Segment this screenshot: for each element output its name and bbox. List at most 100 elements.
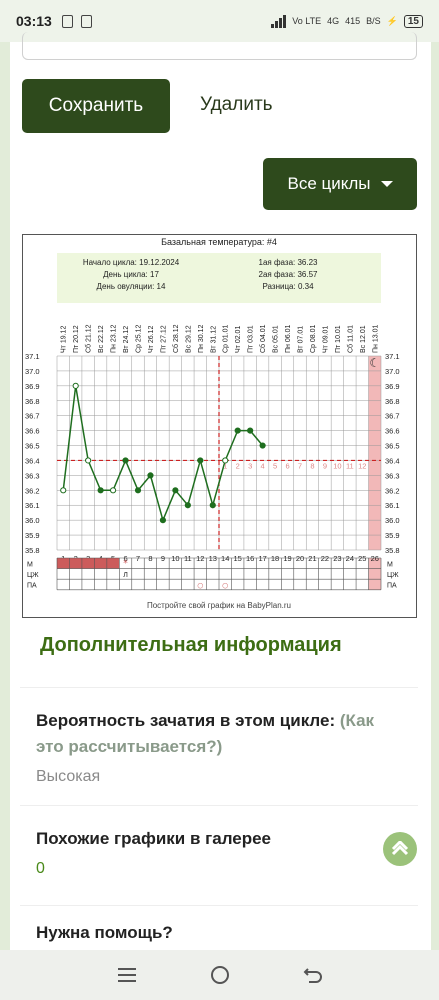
day-number: 14 xyxy=(221,554,229,563)
temperature-point xyxy=(85,457,92,464)
post-ovulation-day: 3 xyxy=(248,461,252,470)
temperature-point xyxy=(184,502,191,509)
similar-value[interactable]: 0 xyxy=(36,860,402,878)
network-label: Vo LTE xyxy=(292,16,322,26)
speed: 415 xyxy=(345,16,361,26)
day-number: 22 xyxy=(321,554,329,563)
date-label: Ср 01.01 xyxy=(223,324,230,353)
signal-icon xyxy=(271,14,287,28)
back-button[interactable] xyxy=(301,963,325,987)
y-tick-left: 36.9 xyxy=(25,382,40,391)
save-button[interactable]: Сохранить xyxy=(22,79,170,133)
row-label-right: ПА xyxy=(387,583,397,590)
y-tick-left: 36.3 xyxy=(25,471,40,480)
menu-icon xyxy=(117,968,136,982)
date-label: Пт 03.01 xyxy=(248,325,255,353)
summary-difference: Разница: 0.34 xyxy=(262,282,314,291)
help-label[interactable]: Нужна помощь? xyxy=(36,920,402,946)
all-cycles-dropdown[interactable]: Все циклы xyxy=(263,158,417,210)
battery-level: 15 xyxy=(403,14,423,28)
conception-value: Высокая xyxy=(36,768,101,785)
post-ovulation-day: 6 xyxy=(285,461,289,470)
temperature-point xyxy=(60,487,67,494)
row-label-left: М xyxy=(27,562,33,569)
summary-cycle-day: День цикла: 17 xyxy=(103,270,159,279)
date-label: Вт 31.12 xyxy=(210,326,217,353)
temperature-point xyxy=(209,502,216,509)
recent-apps-button[interactable] xyxy=(115,963,139,987)
date-label: Пн 13.01 xyxy=(372,325,379,353)
y-tick-right: 36.2 xyxy=(385,486,400,495)
day-number: 19 xyxy=(283,554,291,563)
temperature-point xyxy=(259,442,266,449)
post-ovulation-day: 7 xyxy=(298,461,302,470)
y-tick-left: 36.6 xyxy=(25,427,40,436)
star-mark: * xyxy=(123,559,128,569)
home-button[interactable] xyxy=(208,963,232,987)
date-label: Чт 26.12 xyxy=(148,326,155,353)
y-tick-right: 36.4 xyxy=(385,456,400,465)
temperature-line xyxy=(62,385,264,523)
date-label: Чт 02.01 xyxy=(235,326,242,353)
summary-cycle-start: Начало цикла: 19.12.2024 xyxy=(83,258,180,267)
temperature-point xyxy=(134,487,142,494)
temperature-point xyxy=(97,487,104,494)
menstruation-bar xyxy=(57,558,120,569)
temperature-point xyxy=(72,382,79,389)
chevron-up-icon xyxy=(391,841,409,856)
y-tick-left: 36.0 xyxy=(25,516,40,525)
row-label-right: ЦЖ xyxy=(387,572,399,579)
day-number: 8 xyxy=(148,554,152,563)
date-label: Пт 10.01 xyxy=(335,325,342,353)
y-tick-right: 36.0 xyxy=(385,516,400,525)
post-ovulation-day: 9 xyxy=(323,461,327,470)
date-label: Ср 08.01 xyxy=(310,324,317,353)
date-label: Вс 05.01 xyxy=(273,325,280,353)
temperature-point xyxy=(172,487,179,494)
temperature-point xyxy=(109,487,117,494)
delete-button[interactable]: Удалить xyxy=(200,94,273,116)
back-icon xyxy=(303,968,322,983)
date-label: Чт 09.01 xyxy=(322,326,329,353)
y-tick-left: 36.8 xyxy=(25,397,40,406)
scroll-top-button[interactable] xyxy=(383,832,417,866)
date-label: Вс 29.12 xyxy=(185,325,192,353)
temperature-point xyxy=(234,427,241,434)
summary-phase2: 2ая фаза: 36.57 xyxy=(259,270,319,279)
date-label: Ср 25.12 xyxy=(136,324,143,353)
day-number: 9 xyxy=(161,554,165,563)
network-type: 4G xyxy=(327,16,340,26)
day-number: 21 xyxy=(308,554,316,563)
day-number: 15 xyxy=(234,554,242,563)
temperature-point xyxy=(197,457,204,464)
post-ovulation-day: 10 xyxy=(333,461,341,470)
day-number: 7 xyxy=(136,554,140,563)
system-nav-bar xyxy=(0,950,439,1000)
temperature-point xyxy=(222,457,229,464)
chart-footer: Постройте свой график на BabyPlan.ru xyxy=(147,601,291,610)
bbt-chart: Базальная температура: #4 Начало цикла: 1… xyxy=(22,234,417,618)
post-ovulation-day: 11 xyxy=(346,461,354,470)
day-number: 13 xyxy=(209,554,217,563)
pa-mark: ○ xyxy=(222,582,228,590)
day-number: 25 xyxy=(358,554,366,563)
day-number: 17 xyxy=(258,554,266,563)
y-tick-right: 35.8 xyxy=(385,546,400,555)
notes-input[interactable] xyxy=(22,32,417,60)
conception-section: Вероятность зачатия в этом цикле: (Как э… xyxy=(20,687,418,805)
info-title: Дополнительная информация xyxy=(40,634,342,656)
day-number: 16 xyxy=(246,554,254,563)
post-ovulation-day: 5 xyxy=(273,461,277,470)
temperature-point xyxy=(122,457,129,464)
temperature-point xyxy=(159,517,167,524)
speed-unit: B/S xyxy=(366,16,381,26)
day-number: 11 xyxy=(184,554,192,563)
row-label-left: ЦЖ xyxy=(27,572,39,579)
content-card: Сохранить Удалить Все циклы Базальная те… xyxy=(10,32,431,950)
date-label: Сб 04.01 xyxy=(259,324,267,353)
day-number: 10 xyxy=(171,554,179,563)
date-label: Вт 24.12 xyxy=(123,326,130,353)
date-label: Сб 11.01 xyxy=(346,325,354,353)
status-time: 03:13 xyxy=(16,13,52,29)
post-ovulation-day: 4 xyxy=(261,461,265,470)
